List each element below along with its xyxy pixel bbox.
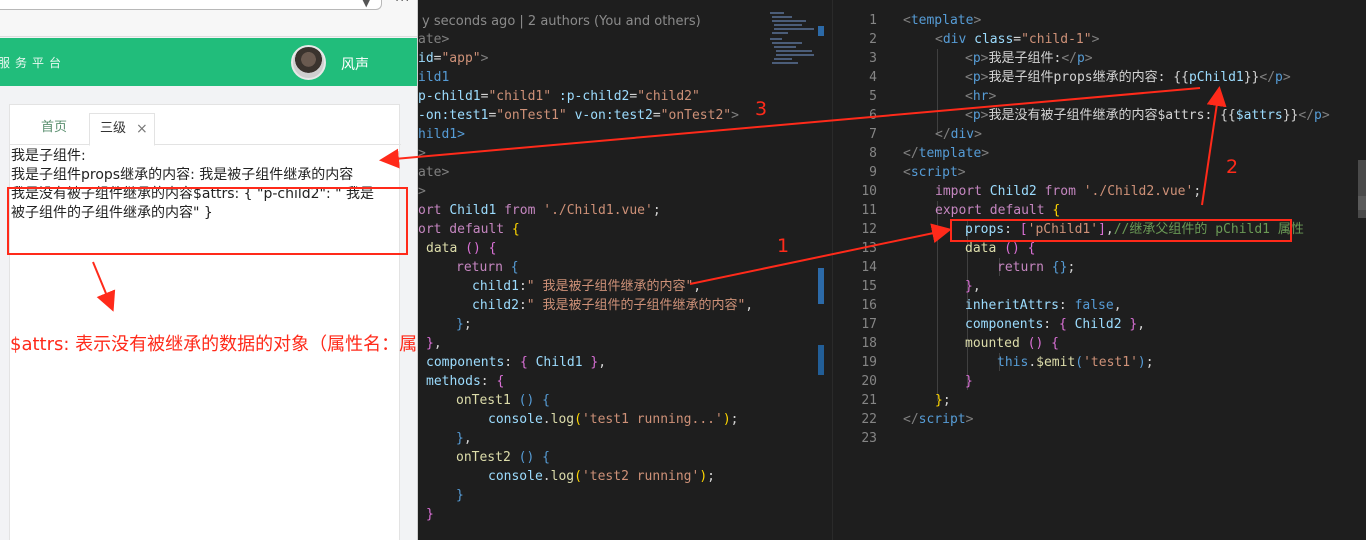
code-line: id="app"> — [418, 51, 489, 66]
annotation-label-2: 2 — [1226, 156, 1239, 178]
code-line: return { — [456, 260, 519, 275]
line-number: 13 — [861, 241, 877, 256]
code-line: hild1> — [418, 127, 465, 142]
line-number: 9 — [869, 165, 877, 180]
code-line: onTest1 () { — [456, 393, 550, 408]
code-line: methods: { — [426, 374, 505, 389]
code-lines: ate> id="app"> ild1 p-child1="child1" :p… — [400, 30, 770, 524]
line-number: 5 — [869, 89, 877, 104]
scroll-marker — [818, 268, 824, 304]
code-line: > — [418, 146, 426, 161]
attrs-annotation: $attrs: 表示没有被继承的数据的对象（属性名：属性值) — [10, 334, 418, 355]
scroll-marker — [818, 345, 824, 375]
code-line: ort default { — [418, 222, 520, 237]
line-number: 21 — [861, 393, 877, 408]
annotation-label-3: 3 — [755, 98, 768, 120]
code-line: }; — [456, 317, 472, 332]
child-component-editor[interactable]: 1 <template> 2 <div class="child-1"> 3 <p>我… — [832, 0, 1366, 540]
code-line: > — [418, 184, 426, 199]
code-line: -on:test1="onTest1" v-on:test2="onTest2"… — [418, 108, 739, 123]
tab-bar: 首页 三级 × — [10, 105, 401, 146]
tab-home[interactable]: 首页 — [41, 113, 67, 146]
code-line: } — [456, 488, 464, 503]
code-line: } — [426, 507, 434, 522]
line-number: 6 — [869, 108, 877, 123]
brand-title: 服务平台 — [0, 56, 67, 70]
line-number: 12 — [861, 222, 877, 237]
dropdown-icon[interactable]: ▼ — [362, 0, 370, 9]
line-number: 14 — [861, 260, 877, 275]
code-line: ate> — [418, 165, 450, 180]
line-number: 23 — [861, 431, 877, 446]
close-icon[interactable]: × — [136, 114, 148, 144]
browser-window: ▼ ··· 服务平台 风声 首页 三级 × 我是子组件: 我是子组件props继… — [0, 0, 418, 540]
line-number: 1 — [869, 13, 877, 28]
code-line: console.log('test1 running...'); — [488, 412, 739, 427]
line-number: 10 — [861, 184, 877, 199]
code-line: }, — [426, 336, 442, 351]
line-number: 11 — [861, 203, 877, 218]
line-number: 3 — [869, 51, 877, 66]
app-header: 服务平台 风声 — [0, 38, 417, 86]
content-card: 首页 三级 × 我是子组件: 我是子组件props继承的内容: 我是被子组件继承… — [9, 104, 401, 540]
tab-label: 三级 — [100, 121, 127, 136]
parent-component-editor[interactable]: y seconds ago | 2 authors (You and other… — [400, 0, 830, 540]
output-line: 我是子组件: — [11, 148, 86, 164]
minimap[interactable] — [768, 10, 820, 70]
username[interactable]: 风声 — [341, 54, 369, 74]
line-number: 4 — [869, 70, 877, 85]
code-line: child1:" 我是被子组件继承的内容", — [472, 279, 702, 294]
tab-level3[interactable]: 三级 × — [89, 113, 155, 146]
line-number: 2 — [869, 32, 877, 47]
line-number: 22 — [861, 412, 877, 427]
code-line: ate> — [418, 32, 450, 47]
code-line: ort Child1 from './Child1.vue'; — [418, 203, 661, 218]
code-line: p-child1="child1" :p-child2="child2" — [418, 89, 700, 104]
attrs-highlight-box — [7, 187, 408, 255]
code-line: ild1 — [418, 70, 450, 85]
line-number: 18 — [861, 336, 877, 351]
code-line: components: { Child1 }, — [426, 355, 607, 370]
line-number: 17 — [861, 317, 877, 332]
menu-icon[interactable]: ··· — [395, 0, 410, 9]
code-line: }, — [456, 431, 472, 446]
code-line: onTest2 () { — [456, 450, 550, 465]
code-line: data () { — [426, 241, 497, 256]
git-blame-info: y seconds ago | 2 authors (You and other… — [422, 14, 701, 29]
output-line: 我是子组件props继承的内容: 我是被子组件继承的内容 — [11, 167, 354, 183]
line-number: 8 — [869, 146, 877, 161]
scroll-marker — [818, 26, 824, 36]
annotation-label-1: 1 — [777, 235, 790, 257]
avatar[interactable] — [291, 45, 326, 80]
line-number: 7 — [869, 127, 877, 142]
code-line: child2:" 我是被子组件的子组件继承的内容", — [472, 298, 754, 313]
line-number: 20 — [861, 374, 877, 389]
address-bar: ▼ ··· — [0, 0, 417, 37]
props-highlight-box — [950, 219, 1292, 242]
line-number: 16 — [861, 298, 877, 313]
line-number: 15 — [861, 279, 877, 294]
line-number: 19 — [861, 355, 877, 370]
url-field[interactable] — [0, 0, 382, 10]
code-line: console.log('test2 running'); — [488, 469, 715, 484]
